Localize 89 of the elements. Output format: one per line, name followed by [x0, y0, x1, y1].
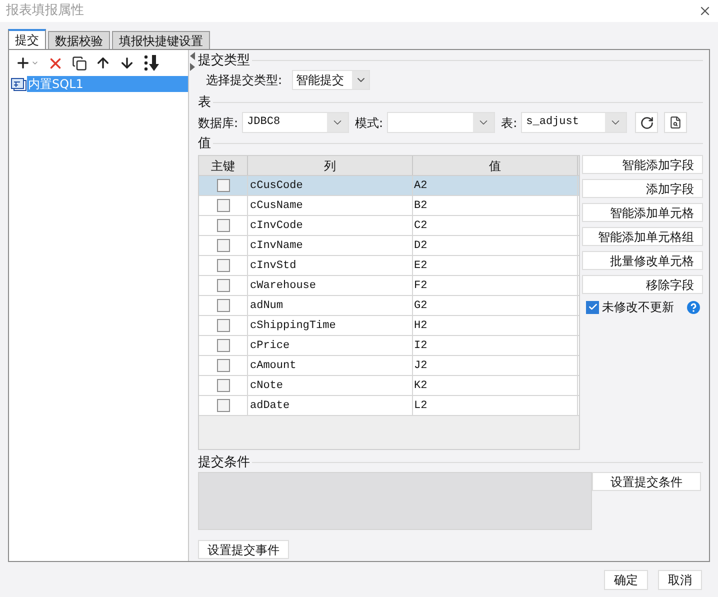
submit-type-select[interactable]: 智能提交: [292, 70, 370, 90]
tab[interactable]: 提交: [8, 29, 46, 49]
add-icon[interactable]: [15, 55, 39, 71]
checkbox[interactable]: [216, 199, 230, 212]
table-row[interactable]: cNote K2: [199, 376, 579, 396]
section-heading: 提交条件: [198, 455, 250, 470]
table-cell: F2: [413, 276, 578, 295]
checkbox[interactable]: [216, 259, 230, 272]
table-cell: I2: [413, 336, 578, 355]
table-cell: K2: [413, 376, 578, 395]
dialog-button[interactable]: 取消: [658, 570, 702, 590]
table-row[interactable]: cCusCode A2: [199, 176, 579, 196]
refresh-icon: [640, 116, 654, 130]
table-cell: C2: [413, 216, 578, 235]
set-condition-button[interactable]: 设置提交条件: [592, 472, 701, 491]
table-row[interactable]: cCusName B2: [199, 196, 579, 216]
file-search-icon: [669, 116, 682, 129]
field-label: 表:: [501, 114, 518, 132]
table-cell: cWarehouse: [248, 276, 413, 295]
action-button[interactable]: 移除字段: [582, 275, 703, 294]
table-cell: cNote: [248, 376, 413, 395]
column-header[interactable]: 列: [248, 156, 413, 175]
move-to-bottom-icon[interactable]: [143, 54, 161, 72]
table-cell: cInvCode: [248, 216, 413, 235]
table-row[interactable]: adNum G2: [199, 296, 579, 316]
table-cell: cCusCode: [248, 176, 413, 195]
close-icon[interactable]: [698, 4, 712, 18]
table-row[interactable]: adDate L2: [199, 396, 579, 416]
table-row[interactable]: cInvName D2: [199, 236, 579, 256]
move-down-icon[interactable]: [119, 55, 135, 71]
section-heading: 值: [198, 136, 211, 151]
table-cell: L2: [413, 396, 578, 415]
section-heading: 提交类型: [198, 53, 250, 68]
checkbox[interactable]: [216, 239, 230, 252]
table-cell: cInvName: [248, 236, 413, 255]
checkbox[interactable]: [216, 179, 230, 192]
checkbox[interactable]: [216, 379, 230, 392]
table-cell: cAmount: [248, 356, 413, 375]
table-cell: cPrice: [248, 336, 413, 355]
field-label: 模式:: [355, 114, 384, 132]
table-cell: adNum: [248, 296, 413, 315]
action-button[interactable]: 添加字段: [582, 179, 703, 198]
column-header[interactable]: 值: [413, 156, 578, 175]
tab[interactable]: 数据校验: [48, 31, 110, 49]
action-button[interactable]: 智能添加单元格组: [582, 227, 703, 246]
action-button[interactable]: 智能添加单元格: [582, 203, 703, 222]
move-up-icon[interactable]: [95, 55, 111, 71]
field-label: 数据库:: [198, 114, 238, 132]
dialog-button[interactable]: 确定: [604, 570, 648, 590]
section-heading: 表: [198, 95, 211, 110]
checkbox[interactable]: [216, 339, 230, 352]
preview-button[interactable]: [664, 112, 688, 133]
set-event-button[interactable]: 设置提交事件: [198, 540, 289, 559]
checkbox[interactable]: [586, 300, 599, 314]
window-title: 报表填报属性: [6, 2, 84, 20]
table-row[interactable]: cInvStd E2: [199, 256, 579, 276]
table-row[interactable]: cInvCode C2: [199, 216, 579, 236]
table-cell: D2: [413, 236, 578, 255]
database-select[interactable]: JDBC8: [242, 112, 350, 133]
table-row[interactable]: cWarehouse F2: [199, 276, 579, 296]
table-row[interactable]: cPrice I2: [199, 336, 579, 356]
checkbox[interactable]: [216, 399, 230, 412]
table-cell: H2: [413, 316, 578, 335]
checkbox[interactable]: [216, 359, 230, 372]
checkbox[interactable]: [216, 299, 230, 312]
field-label: 选择提交类型:: [206, 72, 282, 89]
table-cell: cInvStd: [248, 256, 413, 275]
tab[interactable]: 填报快捷键设置: [112, 31, 210, 49]
column-header[interactable]: 主键: [199, 156, 248, 175]
table-row[interactable]: cShippingTime H2: [199, 316, 579, 336]
table-cell: J2: [413, 356, 578, 375]
checkbox-label: 未修改不更新: [602, 299, 674, 316]
action-button[interactable]: 智能添加字段: [582, 155, 703, 174]
refresh-button[interactable]: [635, 112, 658, 133]
copy-icon[interactable]: [72, 56, 87, 70]
checkbox[interactable]: [216, 319, 230, 332]
table-cell: cCusName: [248, 196, 413, 215]
table-cell: G2: [413, 296, 578, 315]
table-cell: B2: [413, 196, 578, 215]
action-button[interactable]: 批量修改单元格: [582, 251, 703, 270]
table-cell: cShippingTime: [248, 316, 413, 335]
table-cell: A2: [413, 176, 578, 195]
checkbox[interactable]: [216, 219, 230, 232]
help-icon[interactable]: [687, 300, 700, 314]
table-cell: adDate: [248, 396, 413, 415]
table-row[interactable]: cAmount J2: [199, 356, 579, 376]
table-cell: E2: [413, 256, 578, 275]
table-select[interactable]: s_adjust: [521, 112, 628, 133]
checkbox[interactable]: [216, 279, 230, 292]
